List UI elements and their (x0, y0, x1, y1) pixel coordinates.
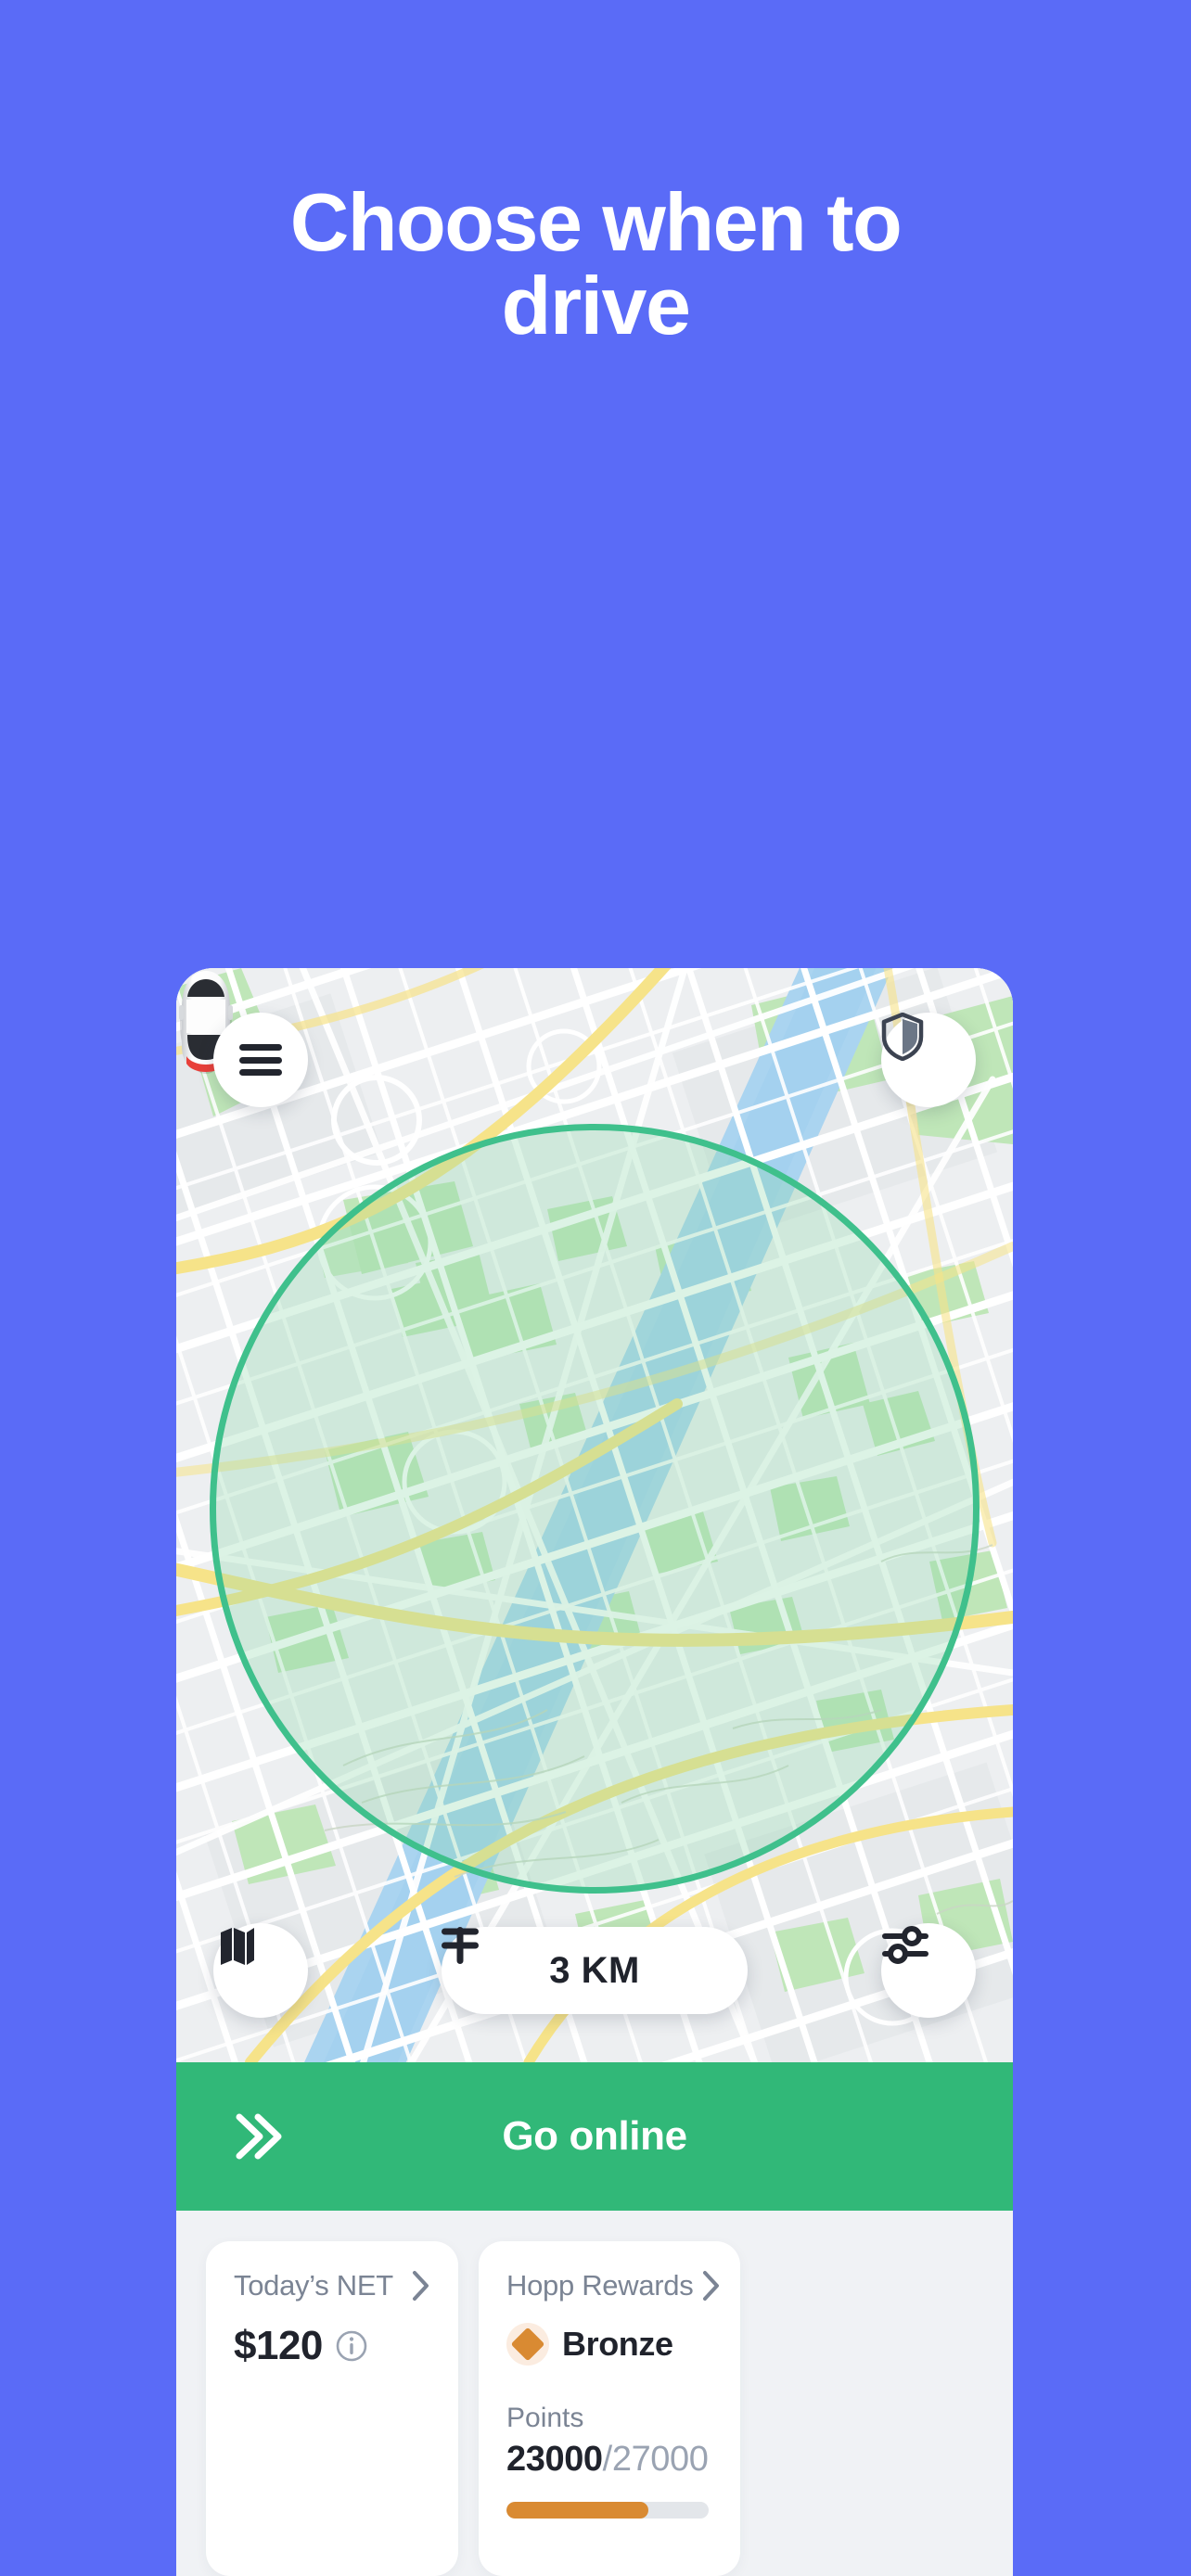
plus-icon (442, 1927, 479, 1964)
points-label: Points (506, 2403, 584, 2433)
radius-value: 3 KM (549, 1949, 640, 1991)
stats-card-row: Today’s NET $120 Hopp Rewards Bronze Poi… (176, 2211, 1013, 2576)
filters-icon (882, 1926, 928, 1964)
page-title-line-1: Choose when to (289, 176, 903, 268)
go-online-label: Go online (502, 2113, 687, 2159)
map-canvas (176, 968, 1013, 2062)
radius-stepper[interactable]: 3 KM (442, 1927, 748, 2014)
todays-net-amount: $120 (234, 2323, 323, 2368)
points-target: 27000 (611, 2440, 709, 2479)
todays-net-header: Today’s NET (234, 2269, 430, 2302)
menu-button[interactable] (213, 1013, 308, 1107)
shield-icon (881, 1013, 924, 1061)
chevron-right-icon[interactable] (412, 2270, 430, 2302)
hopp-rewards-card[interactable]: Hopp Rewards Bronze Points 23000/27000 (479, 2241, 740, 2576)
phone-mockup: 3 KM Go online Today’s NET $120 Hopp Rew… (176, 968, 1013, 2576)
hopp-rewards-title: Hopp Rewards (506, 2269, 694, 2302)
double-chevron-right-icon (236, 2113, 282, 2160)
decrease-radius-button[interactable] (442, 1928, 525, 1991)
increase-radius-button[interactable] (442, 1927, 705, 1991)
go-online-button[interactable]: Go online (176, 2062, 1013, 2211)
chevron-right-icon[interactable] (702, 2270, 721, 2302)
todays-net-value-row: $120 (234, 2323, 430, 2369)
points-progress-fill (506, 2502, 648, 2519)
points-progress-bar (506, 2502, 709, 2519)
tier-name: Bronze (562, 2325, 673, 2363)
safety-button[interactable] (881, 1013, 976, 1107)
hopp-rewards-header: Hopp Rewards (506, 2269, 720, 2302)
page-title-line-2: drive (501, 259, 691, 351)
bronze-diamond-icon (506, 2323, 549, 2366)
info-icon[interactable] (336, 2330, 367, 2362)
map-view[interactable]: 3 KM (176, 968, 1013, 2062)
points-value: 23000/27000 (506, 2440, 712, 2480)
tier-row: Bronze (506, 2323, 712, 2366)
page-title: Choose when to drive (0, 181, 1191, 348)
points-separator: / (602, 2440, 613, 2479)
filters-button[interactable] (881, 1923, 976, 2018)
points-current: 23000 (506, 2440, 603, 2479)
todays-net-card[interactable]: Today’s NET $120 (206, 2241, 458, 2576)
todays-net-title: Today’s NET (234, 2269, 393, 2302)
menu-icon (239, 1044, 282, 1076)
map-layers-button[interactable] (213, 1923, 308, 2018)
map-layers-icon (221, 1928, 254, 1965)
